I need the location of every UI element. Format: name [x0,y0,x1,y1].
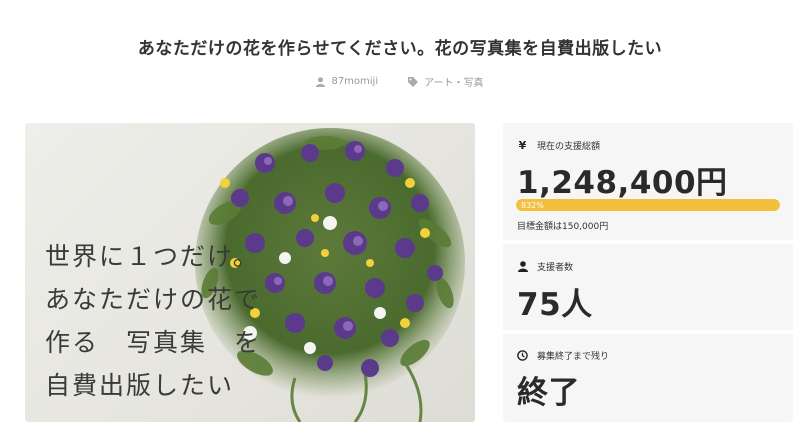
category-link[interactable]: アート・写真 [408,74,484,89]
progress-text: 832% [521,200,544,210]
time-label: 募集終了まで残り [517,349,609,362]
hero-image: 世界に１つだけ。 あなただけの花で 作る 写真集 を 自費出版したい [25,123,475,422]
user-icon [316,76,326,87]
hero-caption: 世界に１つだけ。 あなただけの花で 作る 写真集 を 自費出版したい [45,242,262,400]
progress-fill: 832% [516,199,780,211]
progress-bar: 832% [516,199,780,211]
supporters-value: 75人 [517,287,593,323]
supporters-label: 支援者数 [517,260,573,273]
supporters-label-text: 支援者数 [537,263,574,273]
author-link[interactable]: 87momiji [316,74,378,89]
panel-divider-2 [503,330,793,334]
amount-label: ¥ 現在の支援総額 [517,139,600,152]
yen-icon: ¥ [518,139,527,152]
category-name: アート・写真 [424,78,484,89]
project-meta: 87momiji アート・写真 [0,74,800,89]
clock-icon [517,350,528,361]
time-label-text: 募集終了まで残り [537,352,610,362]
time-value: 終了 [517,375,580,411]
author-name: 87momiji [331,76,379,87]
panel-divider [503,240,793,244]
target-amount: 目標金額は150,000円 [517,222,609,232]
funding-panel: ¥ 現在の支援総額 1,248,400円 832% 目標金額は150,000円 … [503,123,793,422]
amount-label-text: 現在の支援総額 [537,142,601,152]
project-title: あなただけの花を作らせてください。花の写真集を自費出版したい [137,39,663,59]
amount-value: 1,248,400円 [517,165,728,201]
tag-icon [408,76,419,87]
user-icon [517,261,528,272]
